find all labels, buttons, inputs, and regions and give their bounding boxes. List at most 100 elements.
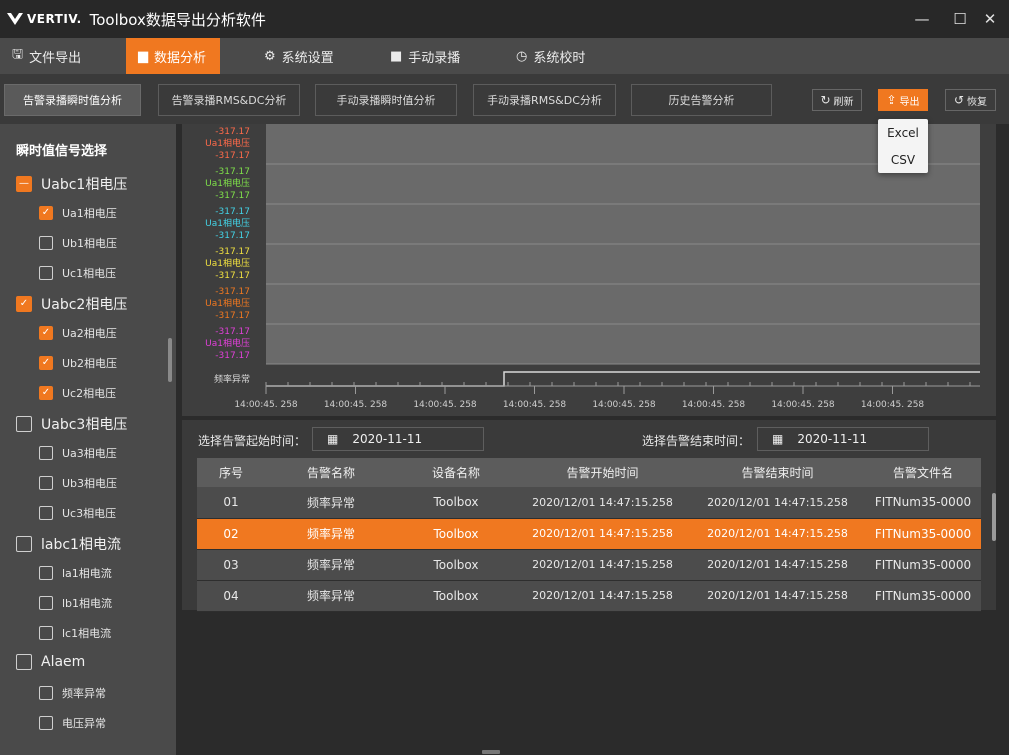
column-header[interactable]: 告警结束时间 <box>690 458 865 487</box>
signal-item[interactable]: ✓ Ub2相电压 <box>39 355 117 371</box>
signal-checkbox[interactable] <box>39 266 53 280</box>
refresh-button[interactable]: ↻ 刷新 <box>812 89 862 111</box>
column-header[interactable]: 告警名称 <box>265 458 397 487</box>
column-header[interactable]: 设备名称 <box>397 458 515 487</box>
signal-checkbox[interactable]: ✓ <box>39 326 53 340</box>
table-cell: 2020/12/01 14:47:15.258 <box>515 518 690 550</box>
channel-bottom-label: -317.17 <box>215 231 250 241</box>
signal-checkbox[interactable] <box>39 686 53 700</box>
signal-group-4[interactable]: Alaem <box>16 654 85 670</box>
signal-item[interactable]: 频率异常 <box>39 685 106 701</box>
signal-item[interactable]: Ub3相电压 <box>39 475 117 491</box>
group-checkbox[interactable] <box>16 654 32 670</box>
sidebar-scrollbar[interactable] <box>168 338 172 382</box>
group-label: labc1相电流 <box>41 537 121 553</box>
restore-label: 恢复 <box>967 96 988 108</box>
signal-item[interactable]: ✓ Ua2相电压 <box>39 325 117 341</box>
table-cell: 频率异常 <box>265 518 397 550</box>
tab-history-alarm[interactable]: 历史告警分析 <box>631 84 772 116</box>
tab-manual-instant[interactable]: 手动录播瞬时值分析 <box>315 84 457 116</box>
column-header[interactable]: 告警文件名 <box>865 458 981 487</box>
menu-system-settings[interactable]: ⚙ 系统设置 <box>264 38 334 74</box>
group-checkbox[interactable]: ✓ <box>16 296 32 312</box>
tab-alarm-rms-dc[interactable]: 告警录播RMS&DC分析 <box>158 84 300 116</box>
table-cell: 频率异常 <box>265 487 397 519</box>
date-filter-bar: 选择告警起始时间： ▦ 2020-11-11 选择告警结束时间： ▦ 2020-… <box>182 420 996 456</box>
signal-checkbox[interactable] <box>39 566 53 580</box>
table-cell: FITNum35-0000 <box>865 549 981 581</box>
table-row[interactable]: 01 频率异常 Toolbox 2020/12/01 14:47:15.258 2020… <box>197 487 981 519</box>
tab-manual-rms-dc[interactable]: 手动录播RMS&DC分析 <box>473 84 616 116</box>
table-scrollbar[interactable] <box>992 493 996 541</box>
menu-manual-recording[interactable]: ■ 手动录播 <box>390 38 460 74</box>
signal-group-0[interactable]: — Uabc1相电压 <box>16 174 127 194</box>
signal-item[interactable]: Ua3相电压 <box>39 445 117 461</box>
export-label: 导出 <box>899 96 920 108</box>
table-cell: 2020/12/01 14:47:15.258 <box>515 580 690 612</box>
table-cell: Toolbox <box>397 487 515 519</box>
signal-checkbox[interactable] <box>39 596 53 610</box>
signal-checkbox[interactable] <box>39 716 53 730</box>
table-cell: FITNum35-0000 <box>865 487 981 519</box>
signal-item[interactable]: ✓ Uc2相电压 <box>39 385 116 401</box>
signal-label: lc1相电流 <box>62 627 112 640</box>
table-cell: 03 <box>197 549 265 581</box>
table-cell: FITNum35-0000 <box>865 518 981 550</box>
export-button[interactable]: ⇪ 导出 <box>878 89 928 111</box>
signal-checkbox[interactable]: ✓ <box>39 386 53 400</box>
minimize-button[interactable]: — <box>906 0 938 38</box>
tab-alarm-instant[interactable]: 告警录播瞬时值分析 <box>4 84 141 116</box>
signal-label: Uc2相电压 <box>62 387 117 400</box>
signal-label: Ub1相电压 <box>62 237 118 250</box>
signal-item[interactable]: la1相电流 <box>39 565 112 581</box>
group-checkbox[interactable] <box>16 416 32 432</box>
signal-group-1[interactable]: ✓ Uabc2相电压 <box>16 294 127 314</box>
channel-bottom-label: -317.17 <box>215 271 250 281</box>
signal-item[interactable]: lb1相电流 <box>39 595 112 611</box>
start-date-picker[interactable]: ▦ 2020-11-11 <box>312 427 484 451</box>
channel-top-label: -317.17 <box>215 287 250 297</box>
maximize-button[interactable]: ☐ <box>944 0 976 38</box>
signal-group-2[interactable]: Uabc3相电压 <box>16 414 127 434</box>
export-option-excel[interactable]: Excel <box>878 119 928 146</box>
resize-handle[interactable] <box>482 750 500 754</box>
restore-button[interactable]: ↺ 恢复 <box>945 89 996 111</box>
column-header[interactable]: 告警开始时间 <box>515 458 690 487</box>
signal-checkbox[interactable] <box>39 626 53 640</box>
column-header[interactable]: 序号 <box>197 458 265 487</box>
menu-data-analysis[interactable]: ▆ 数据分析 <box>126 38 220 74</box>
table-row[interactable]: 04 频率异常 Toolbox 2020/12/01 14:47:15.258 2020… <box>197 580 981 612</box>
signal-item[interactable]: 电压异常 <box>39 715 106 731</box>
table-row[interactable]: 03 频率异常 Toolbox 2020/12/01 14:47:15.258 2020… <box>197 549 981 581</box>
signal-label: 频率异常 <box>62 687 106 700</box>
signal-item[interactable]: lc1相电流 <box>39 625 111 641</box>
signal-checkbox[interactable] <box>39 236 53 250</box>
group-checkbox[interactable]: — <box>16 176 32 192</box>
signal-checkbox[interactable] <box>39 476 53 490</box>
table-row[interactable]: 02 频率异常 Toolbox 2020/12/01 14:47:15.258 2020… <box>197 518 981 550</box>
menu-file-export[interactable]: 🖫 文件导出 <box>12 38 81 74</box>
channel-bottom-label: -317.17 <box>215 191 250 201</box>
menu-label: 手动录播 <box>408 50 461 66</box>
end-date-picker[interactable]: ▦ 2020-11-11 <box>757 427 929 451</box>
signal-item[interactable]: Uc1相电压 <box>39 265 116 281</box>
group-checkbox[interactable] <box>16 536 32 552</box>
signal-group-3[interactable]: labc1相电流 <box>16 534 121 554</box>
table-cell: 2020/12/01 14:47:15.258 <box>690 487 865 519</box>
signal-checkbox[interactable] <box>39 506 53 520</box>
signal-checkbox[interactable] <box>39 446 53 460</box>
channel-name-label: Ua1相电压 <box>205 177 250 189</box>
channel-top-label: -317.17 <box>215 247 250 257</box>
close-button[interactable]: ✕ <box>974 0 1006 38</box>
alarm-table: 序号 告警名称 设备名称 告警开始时间 告警结束时间 告警文件名 01 频率异常 T… <box>197 458 981 612</box>
channel-name-label: Ua1相电压 <box>205 217 250 229</box>
menu-time-calibration[interactable]: ◷ 系统校时 <box>516 38 585 74</box>
export-option-csv[interactable]: CSV <box>878 146 928 173</box>
signal-item[interactable]: Ub1相电压 <box>39 235 117 251</box>
signal-item[interactable]: Uc3相电压 <box>39 505 116 521</box>
signal-item[interactable]: ✓ Ua1相电压 <box>39 205 117 221</box>
channel-bottom-label: -317.17 <box>215 311 250 321</box>
signal-checkbox[interactable]: ✓ <box>39 356 53 370</box>
signal-checkbox[interactable]: ✓ <box>39 206 53 220</box>
signal-label: 电压异常 <box>62 717 106 730</box>
